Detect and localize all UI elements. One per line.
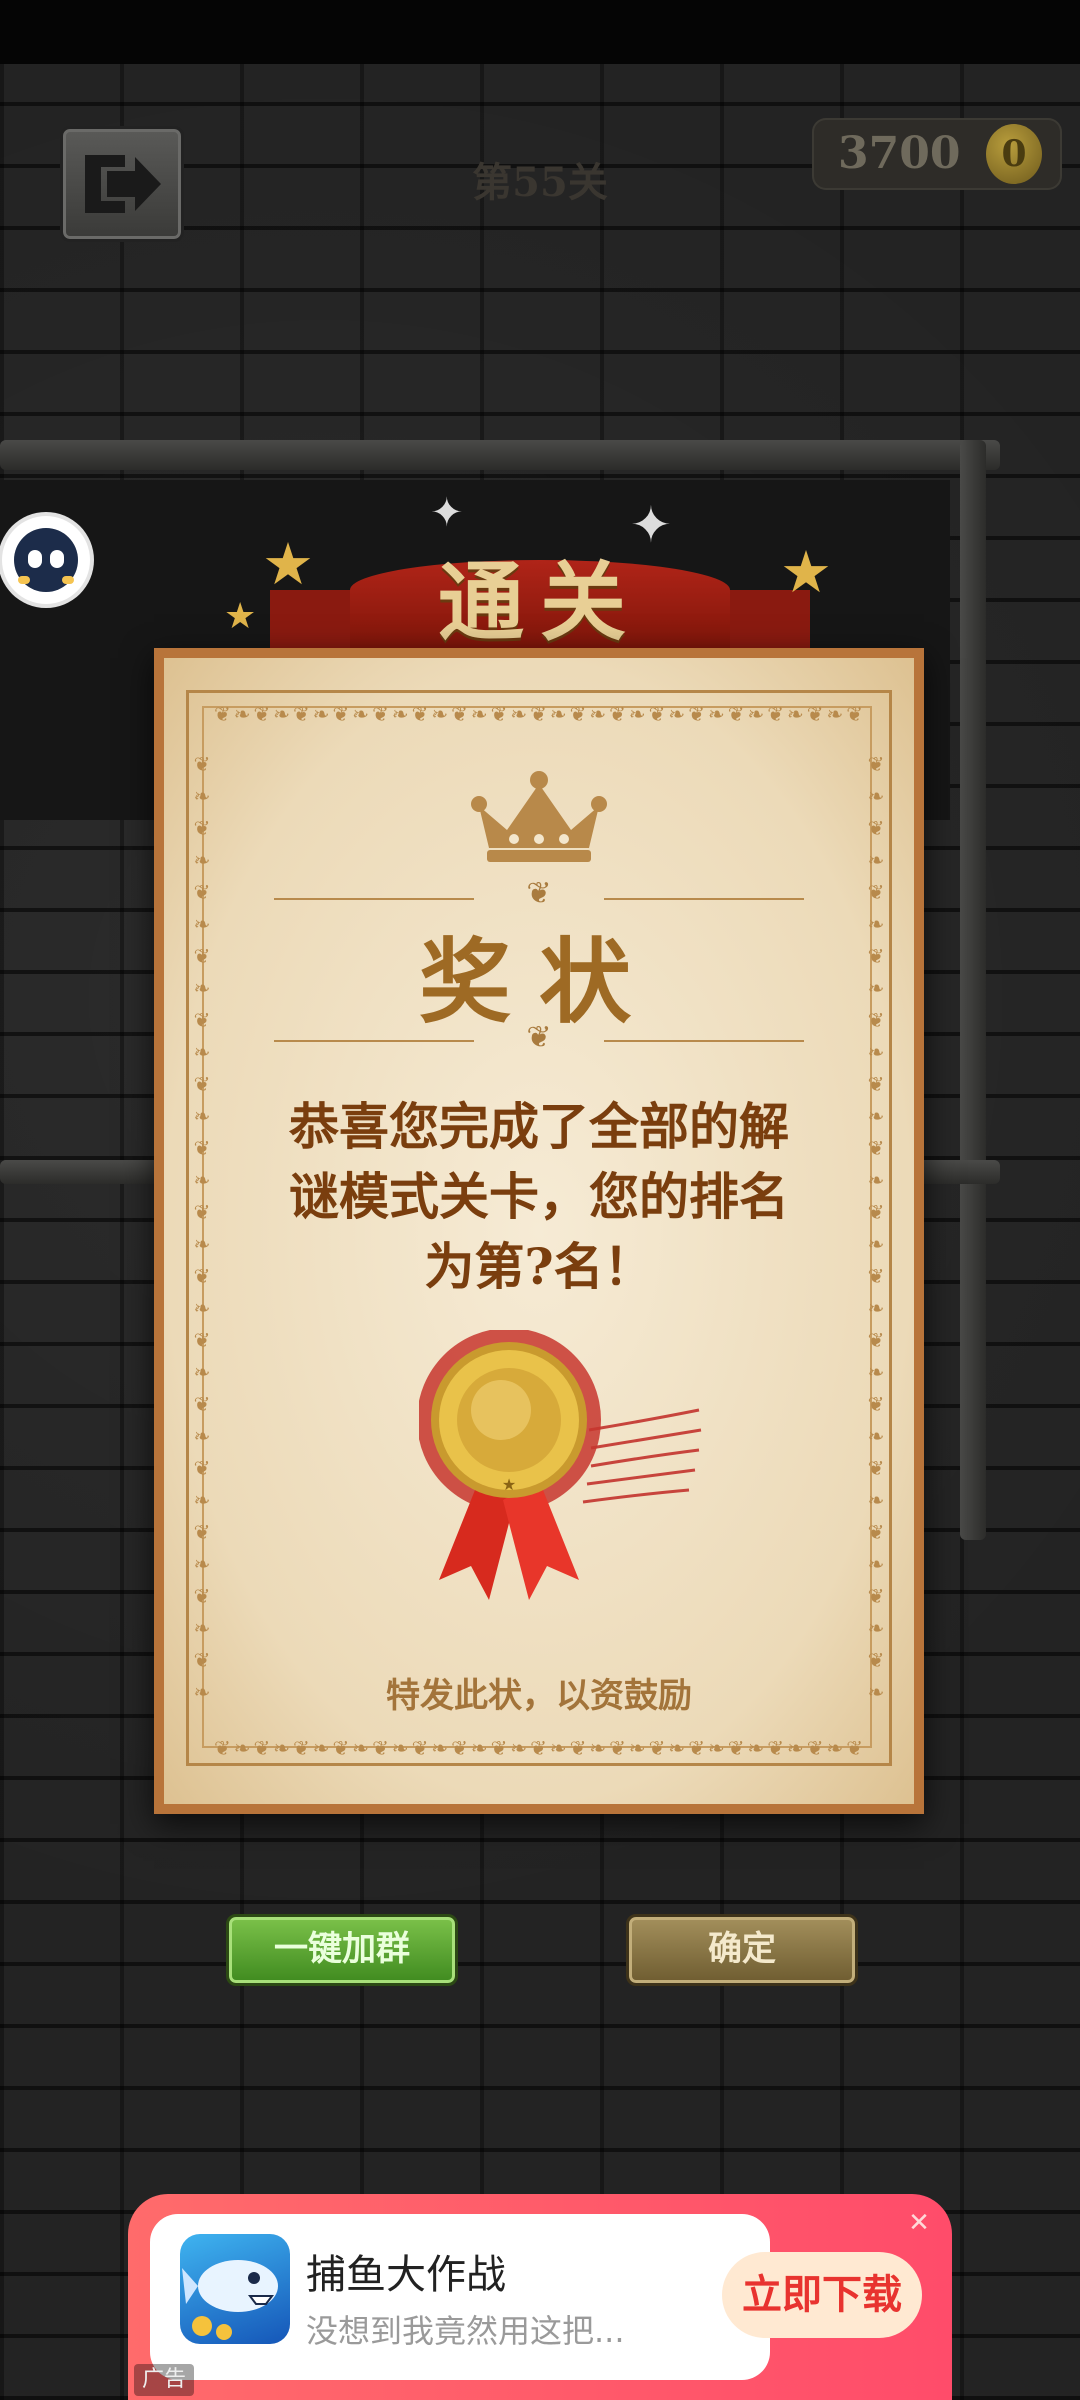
level-title: 第55关 <box>472 159 608 206</box>
certificate-message-line: 恭喜您完成了全部的解 <box>289 1097 789 1156</box>
divider-line <box>604 1040 804 1042</box>
ad-card[interactable]: 捕鱼大作战 没想到我竟然用这把... <box>150 2214 770 2380</box>
status-bar <box>0 0 1080 64</box>
close-icon[interactable]: ✕ <box>904 2208 934 2238</box>
divider-line <box>274 1040 474 1042</box>
certificate-message: 恭喜您完成了全部的解 谜模式关卡，您的排名 为第?名！ <box>284 1092 794 1302</box>
exit-arrow-icon <box>85 155 161 213</box>
banner-title: 通关 <box>438 552 642 653</box>
ornament-border-right: ❦ ❧ ❦ ❧ ❦ ❧ ❦ ❧ ❦ ❧ ❦ ❧ ❦ ❧ ❦ ❧ ❦ ❧ ❦ ❧ ❦ ❧ ❦ ❧ ❦ ❧ ❦ ❧ ❦ ❧ <box>867 752 885 1704</box>
sparkle-icon: ✦ <box>430 490 464 536</box>
ad-banner[interactable]: 捕鱼大作战 没想到我竟然用这把... 立即下载 ✕ 广告 <box>128 2194 952 2400</box>
gold-medal-icon: ★ <box>419 1330 702 1600</box>
assistant-face-icon <box>14 528 78 592</box>
star-icon: ★ <box>780 538 832 606</box>
certificate-message-line: 谜模式关卡，您的排名 <box>289 1167 789 1226</box>
certificate-dialog: ❦❧❦❧❦❧❦❧❦❧❦❧❦❧❦❧❦❧❦❧❦❧❦❧❦❧❦❧❦❧❦❧❦❧ ❦❧❦❧❦… <box>154 648 924 1814</box>
ornament-border-left: ❦ ❧ ❦ ❧ ❦ ❧ ❦ ❧ ❦ ❧ ❦ ❧ ❦ ❧ ❦ ❧ ❦ ❧ ❦ ❧ ❦ ❧ ❦ ❧ ❦ ❧ ❦ ❧ ❦ ❧ <box>193 752 211 1704</box>
assistant-button[interactable] <box>2 516 90 604</box>
confirm-button[interactable]: 确定 <box>626 1914 858 1986</box>
pipe <box>0 440 1000 470</box>
exit-button[interactable] <box>60 126 184 242</box>
ornament-border-top: ❦❧❦❧❦❧❦❧❦❧❦❧❦❧❦❧❦❧❦❧❦❧❦❧❦❧❦❧❦❧❦❧❦❧ <box>214 702 864 726</box>
ad-app-name: 捕鱼大作战 <box>306 2252 506 2298</box>
download-button[interactable]: 立即下载 <box>722 2252 922 2338</box>
flourish-icon: ❦ <box>526 1020 552 1055</box>
flourish-icon: ❦ <box>526 876 552 911</box>
svg-text:★: ★ <box>502 1475 516 1494</box>
star-icon: ★ <box>262 530 314 598</box>
certificate-paper: ❦❧❦❧❦❧❦❧❦❧❦❧❦❧❦❧❦❧❦❧❦❧❦❧❦❧❦❧❦❧❦❧❦❧ ❦❧❦❧❦… <box>164 658 914 1804</box>
crown-icon <box>471 771 607 862</box>
ornament-border-bottom: ❦❧❦❧❦❧❦❧❦❧❦❧❦❧❦❧❦❧❦❧❦❧❦❧❦❧❦❧❦❧❦❧❦❧ <box>214 1736 864 1760</box>
ad-label: 广告 <box>134 2364 195 2396</box>
coin-counter: 3700 0 <box>812 118 1062 190</box>
pipe <box>960 440 986 1540</box>
star-icon: ★ <box>224 596 257 637</box>
certificate-footer: 特发此状，以资鼓励 <box>386 1676 692 1716</box>
divider-line <box>274 898 474 900</box>
sparkle-icon: ✦ <box>630 496 672 554</box>
fish-game-app-icon <box>180 2234 290 2344</box>
join-group-button[interactable]: 一键加群 <box>226 1914 458 1986</box>
coin-count: 3700 <box>838 128 961 179</box>
divider-line <box>604 898 804 900</box>
ad-description: 没想到我竟然用这把... <box>306 2312 625 2350</box>
gold-coin-icon: 0 <box>986 124 1042 184</box>
certificate-message-line: 为第?名！ <box>424 1237 654 1296</box>
